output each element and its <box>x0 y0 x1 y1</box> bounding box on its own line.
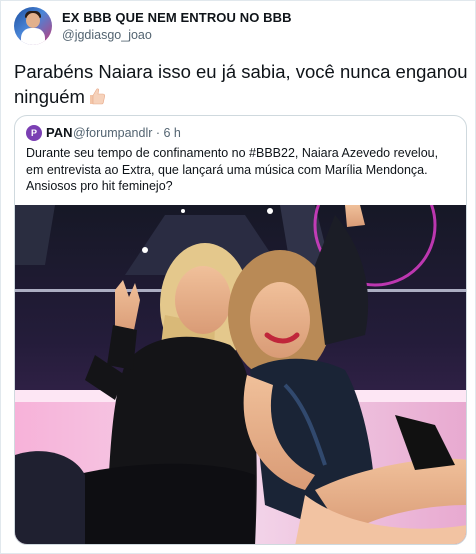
tweet-card[interactable]: EX BBB QUE NEM ENTROU NO BBB @jgdiasgo_j… <box>0 0 476 554</box>
author-handle[interactable]: @jgdiasgo_joao <box>62 28 152 42</box>
author-avatar[interactable] <box>14 7 52 45</box>
tweet-text-content: Parabéns Naiara isso eu já sabia, você n… <box>14 61 468 107</box>
quoted-avatar[interactable]: P <box>26 125 42 141</box>
quoted-author-handle[interactable]: @forumpandlr · 6 h <box>73 126 181 140</box>
quoted-tweet-photo[interactable] <box>15 205 466 544</box>
quoted-tweet-text: Durante seu tempo de confinamento no #BB… <box>26 146 439 193</box>
tweet-text: Parabéns Naiara isso eu já sabia, você n… <box>14 59 469 109</box>
quoted-tweet[interactable]: P PAN @forumpandlr · 6 h Durante seu tem… <box>14 115 467 545</box>
author-name[interactable]: EX BBB QUE NEM ENTROU NO BBB <box>62 10 292 25</box>
thumbs-up-icon <box>87 86 107 106</box>
quoted-author-name[interactable]: PAN <box>46 125 72 140</box>
